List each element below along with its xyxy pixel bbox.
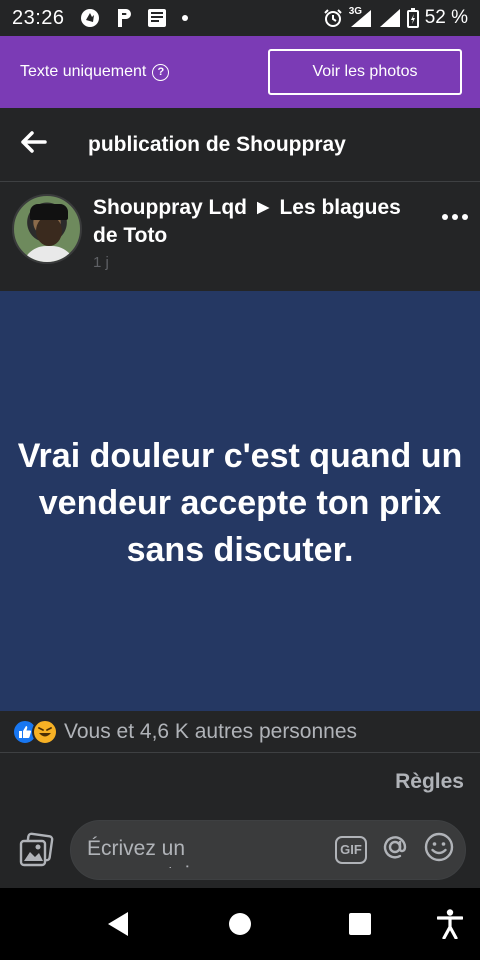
signal-icon-2 [379,8,401,28]
show-photos-button[interactable]: Voir les photos [268,49,462,95]
post-author[interactable]: Shouppray Lqd ► Les blagues de Toto [93,194,423,250]
accessibility-icon[interactable] [420,888,480,960]
parking-icon [115,8,133,28]
reactions-count: Vous et 4,6 K autres personnes [64,719,358,743]
rules-row: Règles [0,753,480,811]
emoji-icon[interactable] [423,831,455,868]
help-icon[interactable]: ? [152,63,170,81]
haha-icon [32,718,58,745]
nav-home-icon[interactable] [210,888,270,960]
alarm-icon [323,8,343,28]
dot-icon [181,14,189,22]
page-header: publication de Shouppray [0,108,480,182]
post-content: Vrai douleur c'est quand un vendeur acce… [0,291,480,711]
mention-icon[interactable] [379,831,411,868]
post-message: Vrai douleur c'est quand un vendeur acce… [17,436,463,569]
comment-composer: Écrivez un commentaire GIF [0,811,480,888]
rules-link[interactable]: Règles [395,770,464,794]
news-icon [147,8,167,28]
system-nav-bar [0,888,480,960]
reactions-bar[interactable]: Vous et 4,6 K autres personnes [0,711,480,753]
back-arrow-icon [21,131,47,158]
post-header: Shouppray Lqd ► Les blagues de Toto 1 j [0,182,480,291]
avatar[interactable] [12,194,82,264]
status-bar: 23:26 3G 52 % [0,0,480,36]
gif-icon[interactable]: GIF [335,835,367,864]
battery-icon [406,8,419,28]
signal-icon: 3G [348,6,373,28]
notification-icon [79,7,101,29]
more-options-icon[interactable] [442,214,468,224]
text-only-banner: Texte uniquement ? Voir les photos [0,36,480,108]
nav-back-icon[interactable] [88,888,148,960]
nav-recents-icon[interactable] [330,888,390,960]
battery-level: 52 % [424,7,468,28]
comment-placeholder: Écrivez un commentaire [87,836,208,868]
post-timestamp[interactable]: 1 j [93,254,423,271]
network-type: 3G [348,6,363,17]
page-title: publication de Shouppray [88,132,346,156]
text-only-toggle[interactable]: Texte uniquement ? [20,63,170,81]
back-button[interactable] [0,108,72,182]
text-only-label: Texte uniquement [20,63,147,80]
status-time: 23:26 [12,6,65,29]
comment-input[interactable]: Écrivez un commentaire GIF [70,819,466,880]
photo-attach-icon[interactable] [16,830,56,870]
